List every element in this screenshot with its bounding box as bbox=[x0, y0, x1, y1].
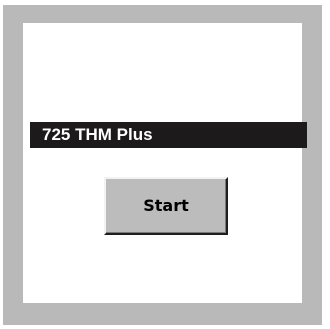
device-title-bar: 725 THM Plus bbox=[30, 122, 307, 148]
start-button[interactable]: Start bbox=[104, 177, 228, 235]
outer-frame: 725 THM Plus Start bbox=[3, 5, 322, 325]
device-title: 725 THM Plus bbox=[42, 125, 153, 144]
main-panel: 725 THM Plus Start bbox=[23, 23, 307, 303]
